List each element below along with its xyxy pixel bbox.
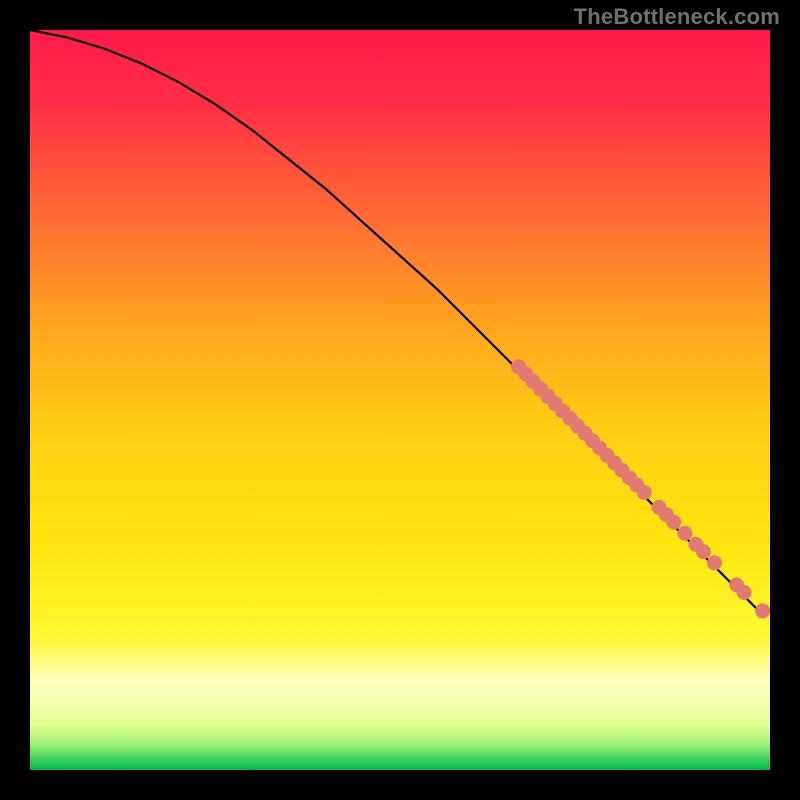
curve-marker <box>696 544 711 559</box>
curve-markers <box>511 359 770 618</box>
chart-frame: TheBottleneck.com <box>0 0 800 800</box>
watermark-text: TheBottleneck.com <box>574 4 780 30</box>
curve-marker <box>737 585 752 600</box>
curve-marker <box>637 485 652 500</box>
curve-marker <box>707 555 722 570</box>
curve-marker <box>755 603 770 618</box>
curve-marker <box>677 526 692 541</box>
chart-overlay <box>30 30 770 770</box>
curve-marker <box>666 515 681 530</box>
plot-area <box>30 30 770 770</box>
curve-line <box>30 30 763 615</box>
